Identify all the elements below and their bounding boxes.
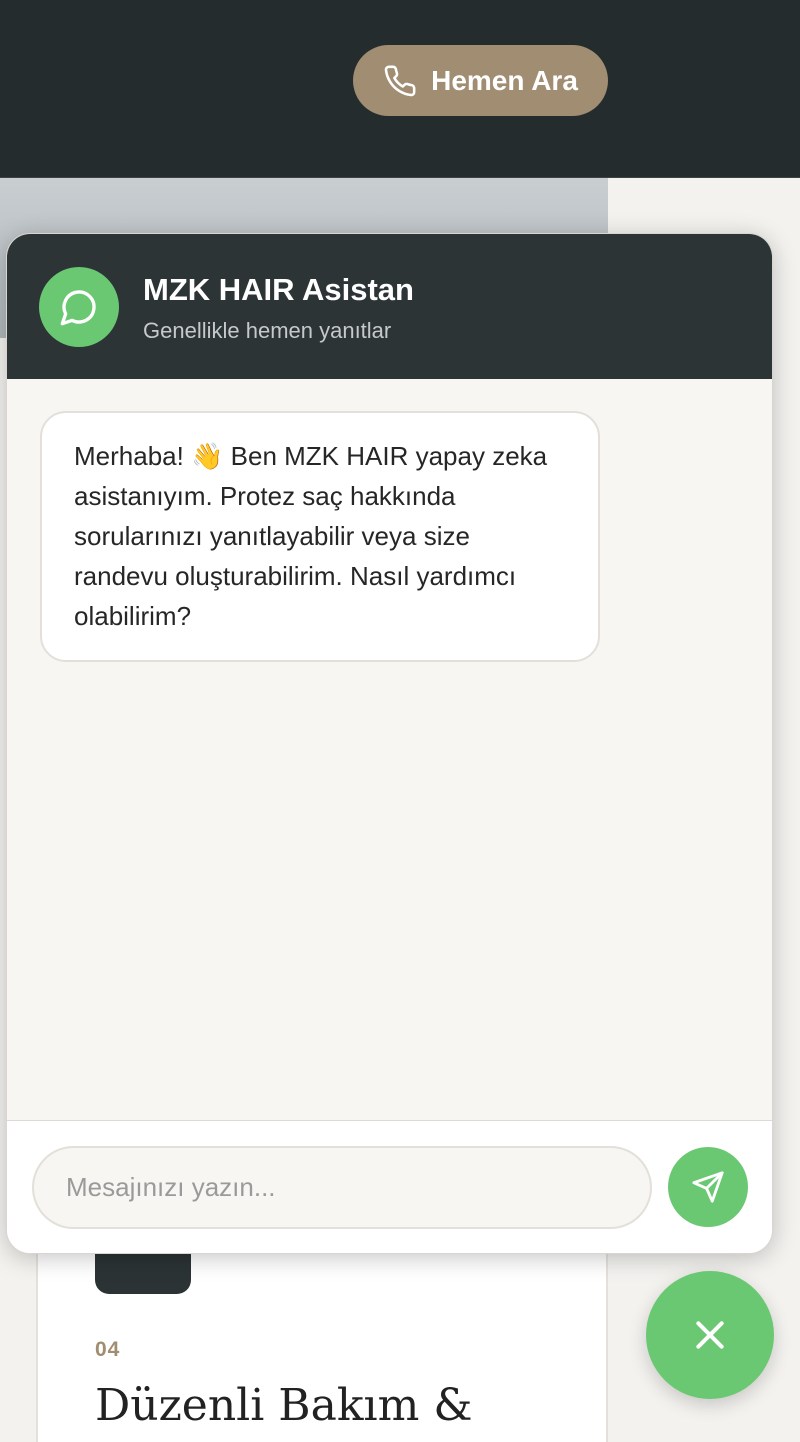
phone-icon <box>384 65 416 96</box>
send-button[interactable] <box>668 1147 748 1227</box>
chat-subtitle: Genellikle hemen yanıtlar <box>143 318 392 343</box>
chat-title: MZK HAIR Asistan <box>143 272 414 307</box>
site-header: Hemen Ara <box>0 0 800 178</box>
close-icon <box>696 1321 724 1349</box>
chat-messages: Merhaba! 👋 Ben MZK HAIR yapay zeka asist… <box>7 379 772 1120</box>
chat-header: MZK HAIR Asistan Genellikle hemen yanıtl… <box>7 234 772 379</box>
call-now-button[interactable]: Hemen Ara <box>353 45 608 116</box>
chat-avatar <box>39 267 119 347</box>
close-chat-button[interactable] <box>646 1271 774 1399</box>
chat-widget: MZK HAIR Asistan Genellikle hemen yanıtl… <box>6 233 773 1254</box>
service-card-title: Düzenli Bakım & <box>95 1380 473 1431</box>
chat-input-bar <box>7 1120 772 1253</box>
message-input[interactable] <box>32 1146 652 1229</box>
chat-bubble-icon <box>60 290 96 326</box>
service-card-number: 04 <box>95 1338 121 1361</box>
bot-message: Merhaba! 👋 Ben MZK HAIR yapay zeka asist… <box>40 411 600 662</box>
send-icon <box>692 1171 724 1203</box>
call-button-label: Hemen Ara <box>431 64 578 96</box>
